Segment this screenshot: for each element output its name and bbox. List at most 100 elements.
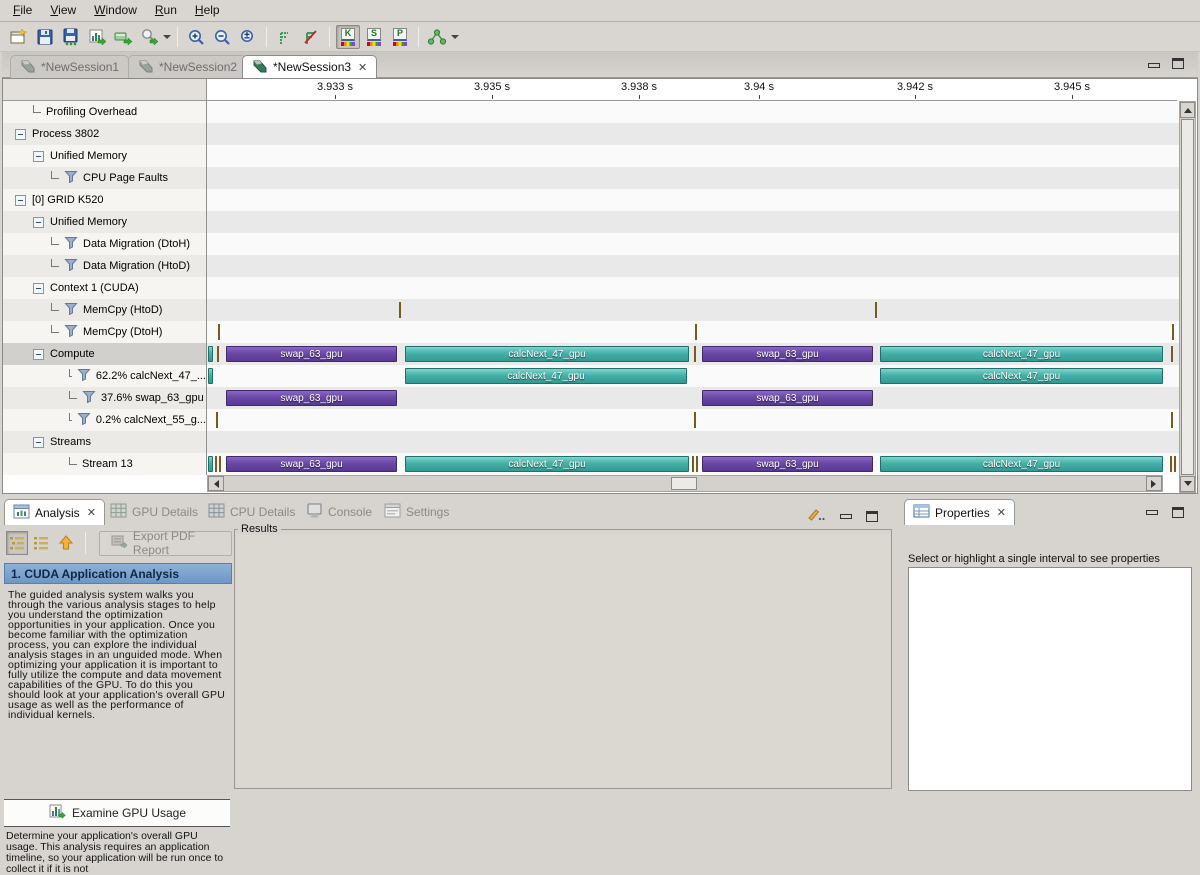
- tiny-kernel-interval[interactable]: [218, 324, 220, 340]
- timeline-track[interactable]: swap_63_gpu swap_63_gpu: [207, 387, 1180, 409]
- collapse-icon[interactable]: [15, 129, 26, 140]
- tree-row-cpu-page-faults[interactable]: CPU Page Faults: [3, 167, 207, 189]
- zoom-in-icon[interactable]: [184, 25, 208, 49]
- menu-help[interactable]: Help: [186, 0, 229, 20]
- timeline-track[interactable]: calcNext_47_gpu calcNext_47_gpu: [207, 365, 1180, 387]
- collapse-icon[interactable]: [33, 217, 44, 228]
- timeline-track[interactable]: swap_63_gpucalcNext_47_gpuswap_63_gpucal…: [207, 453, 1180, 475]
- timeline-track[interactable]: [207, 299, 1180, 321]
- vertical-scrollbar[interactable]: [1179, 101, 1196, 493]
- unguided-analysis-mode-button[interactable]: [31, 531, 53, 555]
- menu-window[interactable]: Window: [85, 0, 146, 20]
- filter-icon[interactable]: [77, 368, 91, 384]
- zoom-out-icon[interactable]: [210, 25, 234, 49]
- filter-icon[interactable]: [64, 258, 78, 274]
- collapse-icon[interactable]: [15, 195, 26, 206]
- tiny-kernel-interval[interactable]: [1171, 412, 1173, 428]
- tiny-kernel-interval[interactable]: [1170, 456, 1172, 472]
- save-icon[interactable]: [33, 25, 57, 49]
- tiny-kernel-interval[interactable]: [217, 346, 219, 362]
- tree-row-memcpy-htod-[interactable]: MemCpy (HtoD): [3, 299, 207, 321]
- tree-row-unified-memory[interactable]: Unified Memory: [3, 145, 207, 167]
- filter-icon[interactable]: [64, 236, 78, 252]
- menu-run[interactable]: Run: [146, 0, 186, 20]
- timeline-track[interactable]: [207, 211, 1180, 233]
- kernel-interval-fragment[interactable]: [208, 456, 213, 472]
- kernel-interval-calcNext_47_gpu[interactable]: calcNext_47_gpu: [405, 368, 687, 384]
- filter-icon[interactable]: [77, 412, 91, 428]
- tree-row--0-grid-k520[interactable]: [0] GRID K520: [3, 189, 207, 211]
- collapse-icon[interactable]: [33, 349, 44, 360]
- tiny-kernel-interval[interactable]: [694, 412, 696, 428]
- tree-row-process-3802[interactable]: Process 3802: [3, 123, 207, 145]
- scroll-left-button[interactable]: [208, 476, 224, 491]
- scroll-right-button[interactable]: [1146, 476, 1162, 491]
- tree-row-unified-memory[interactable]: Unified Memory: [3, 211, 207, 233]
- timeline-track[interactable]: [207, 123, 1180, 145]
- timeline-track[interactable]: [207, 409, 1180, 431]
- timeline-track[interactable]: [207, 431, 1180, 453]
- close-icon[interactable]: ✕: [995, 506, 1006, 519]
- profile-chart-icon[interactable]: [85, 25, 109, 49]
- analysis-tree-icon[interactable]: [425, 25, 449, 49]
- marker-f-icon[interactable]: [273, 25, 297, 49]
- tree-row-streams[interactable]: Streams: [3, 431, 207, 453]
- timeline-track[interactable]: [207, 189, 1180, 211]
- tree-row-37-6-swap-63-gpu[interactable]: 37.6% swap_63_gpu: [3, 387, 207, 409]
- tiny-kernel-interval[interactable]: [215, 456, 217, 472]
- maximize-icon[interactable]: [1172, 58, 1184, 69]
- tree-row-stream-13[interactable]: Stream 13: [3, 453, 207, 475]
- tiny-kernel-interval[interactable]: [875, 302, 877, 318]
- panel-tab-cpu-details[interactable]: CPU Details: [200, 499, 303, 525]
- tiny-kernel-interval[interactable]: [216, 412, 218, 428]
- tree-row-profiling-overhead[interactable]: Profiling Overhead: [3, 101, 207, 123]
- timeline-track[interactable]: [207, 277, 1180, 299]
- kernel-p-icon[interactable]: P: [388, 25, 412, 49]
- timeline-track[interactable]: [207, 233, 1180, 255]
- tiny-kernel-interval[interactable]: [696, 456, 698, 472]
- kernel-interval-swap_63_gpu[interactable]: swap_63_gpu: [226, 346, 397, 362]
- panel-tab-console[interactable]: Console: [298, 499, 380, 525]
- timeline-track[interactable]: [207, 145, 1180, 167]
- kernel-interval-calcNext_47_gpu[interactable]: calcNext_47_gpu: [405, 456, 689, 472]
- minimize-icon[interactable]: [1148, 63, 1160, 68]
- analysis-tree-dropdown-icon[interactable]: [450, 25, 460, 49]
- close-icon[interactable]: ✕: [85, 506, 96, 519]
- kernel-interval-calcNext_47_gpu[interactable]: calcNext_47_gpu: [880, 456, 1163, 472]
- new-session-icon[interactable]: [7, 25, 31, 49]
- run-segment-icon[interactable]: [111, 25, 135, 49]
- maximize-icon[interactable]: [1172, 507, 1184, 518]
- kernel-interval-swap_63_gpu[interactable]: swap_63_gpu: [226, 456, 397, 472]
- zoom-fit-icon[interactable]: [236, 25, 260, 49]
- export-pdf-button[interactable]: Export PDF Report: [99, 531, 232, 556]
- session-tab-newsession1[interactable]: *NewSession1: [10, 55, 129, 78]
- session-tab-newsession3[interactable]: *NewSession3✕: [242, 55, 377, 78]
- timeline-track[interactable]: [207, 167, 1180, 189]
- timeline-ruler[interactable]: 3.933 s3.935 s3.938 s3.94 s3.942 s3.945 …: [207, 79, 1177, 101]
- horizontal-scrollbar[interactable]: [207, 475, 1163, 492]
- save-all-icon[interactable]: [59, 25, 83, 49]
- tiny-kernel-interval[interactable]: [1174, 456, 1176, 472]
- maximize-icon[interactable]: [866, 511, 878, 522]
- session-tab-newsession2[interactable]: *NewSession2: [128, 55, 247, 78]
- tree-row-memcpy-dtoh-[interactable]: MemCpy (DtoH): [3, 321, 207, 343]
- marker-f-off-icon[interactable]: [299, 25, 323, 49]
- kernel-interval-swap_63_gpu[interactable]: swap_63_gpu: [226, 390, 397, 406]
- panel-tab-settings[interactable]: Settings: [376, 499, 457, 525]
- vscroll-thumb[interactable]: [1181, 119, 1194, 475]
- kernel-interval-calcNext_47_gpu[interactable]: calcNext_47_gpu: [880, 346, 1163, 362]
- kernel-interval-calcNext_47_gpu[interactable]: calcNext_47_gpu: [880, 368, 1163, 384]
- collapse-icon[interactable]: [33, 437, 44, 448]
- tree-row-compute[interactable]: Compute: [3, 343, 207, 365]
- tree-row-data-migration-htod-[interactable]: Data Migration (HtoD): [3, 255, 207, 277]
- tiny-kernel-interval[interactable]: [219, 456, 221, 472]
- collapse-icon[interactable]: [33, 151, 44, 162]
- panel-tab-properties[interactable]: Properties ✕: [904, 499, 1015, 525]
- kernel-s-icon[interactable]: S: [362, 25, 386, 49]
- guided-analysis-mode-button[interactable]: [6, 531, 28, 555]
- timeline-track[interactable]: swap_63_gpucalcNext_47_gpuswap_63_gpucal…: [207, 343, 1180, 365]
- tree-row-62-2-calcnext-47-[interactable]: 62.2% calcNext_47_...: [3, 365, 207, 387]
- kernel-interval-fragment[interactable]: [208, 346, 213, 362]
- up-level-button[interactable]: [55, 531, 77, 555]
- kernel-interval-swap_63_gpu[interactable]: swap_63_gpu: [702, 390, 873, 406]
